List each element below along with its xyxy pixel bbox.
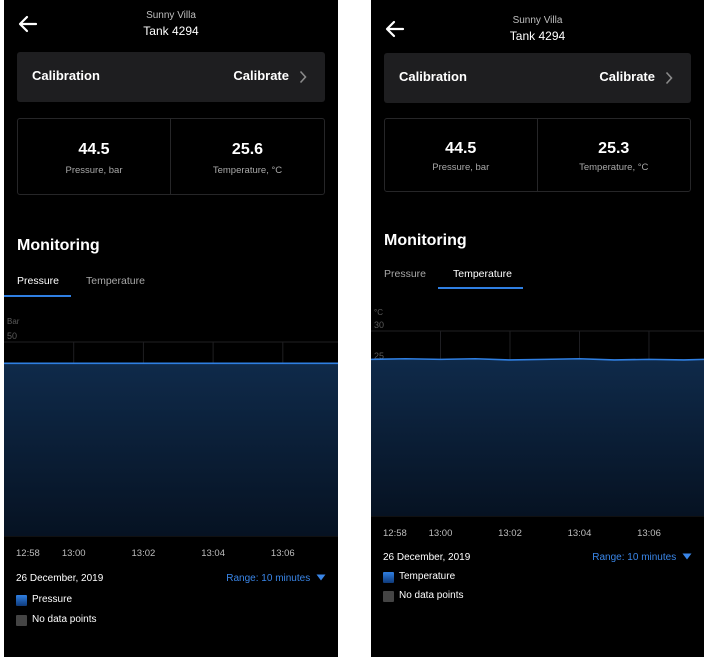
calibration-label: Calibration: [399, 69, 467, 84]
tab-temperature[interactable]: Temperature: [453, 268, 512, 280]
pressure-card: 44.5 Pressure, bar: [385, 119, 538, 191]
metrics-panel: 44.5 Pressure, bar 25.6 Temperature, °C: [17, 118, 325, 195]
x-tick-label: 13:02: [132, 548, 156, 559]
pressure-unit-label: Pressure, bar: [65, 165, 123, 176]
temperature-card: 25.6 Temperature, °C: [171, 119, 324, 194]
pressure-screen: Sunny Villa Tank 4294 Calibration Calibr…: [4, 0, 338, 657]
chart-svg: °C05101520253012:5813:0013:0213:0413:06: [371, 308, 704, 539]
chevron-right-icon: [665, 71, 673, 85]
x-tick-label: 13:04: [568, 528, 592, 539]
temperature-card: 25.3 Temperature, °C: [538, 119, 691, 191]
legend-swatch: [16, 615, 27, 626]
series-area: [371, 358, 704, 516]
legend-swatch: [383, 591, 394, 602]
series-line: [371, 357, 704, 361]
legend-swatch: [16, 595, 27, 606]
site-name: Sunny Villa: [146, 10, 196, 21]
temperature-chart: °C05101520253012:5813:0013:0213:0413:06: [371, 305, 704, 542]
temperature-value: 25.6: [231, 141, 264, 158]
legend-label: Temperature: [399, 571, 456, 582]
calibration-row[interactable]: Calibration Calibrate: [384, 53, 691, 103]
site-name: Sunny Villa: [512, 15, 563, 26]
chevron-right-icon: [299, 70, 307, 84]
x-tick-label: 13:00: [429, 528, 453, 539]
temperature-unit-label: Temperature, °C: [212, 165, 283, 176]
x-tick-label: 12:58: [16, 548, 40, 559]
pressure-unit-label: Pressure, bar: [432, 162, 490, 173]
tab-temperature[interactable]: Temperature: [86, 275, 145, 287]
legend-swatch: [383, 572, 394, 583]
y-tick-label: 30: [374, 320, 384, 330]
x-tick-label: 13:00: [62, 548, 86, 559]
triangle-down-icon: [316, 574, 326, 581]
tank-name: Tank 4294: [509, 29, 566, 43]
x-tick-label: 13:04: [201, 548, 225, 559]
metrics-panel: 44.5 Pressure, bar 25.3 Temperature, °C: [384, 118, 691, 192]
pressure-card: 44.5 Pressure, bar: [18, 119, 171, 194]
x-tick-label: 12:58: [383, 528, 407, 539]
pressure-value: 44.5: [445, 140, 477, 157]
temperature-unit-label: Temperature, °C: [579, 162, 649, 173]
y-tick-label: 50: [7, 331, 17, 341]
date-label: 26 December, 2019: [16, 573, 104, 584]
tab-pressure[interactable]: Pressure: [17, 275, 59, 287]
active-tab-indicator: [4, 295, 71, 297]
active-tab-indicator: [438, 287, 523, 289]
series-area: [4, 363, 338, 536]
chart-svg: Bar0102030405012:5813:0013:0213:0413:06: [4, 317, 338, 559]
x-tick-label: 13:02: [498, 528, 522, 539]
tab-pressure[interactable]: Pressure: [384, 268, 426, 280]
monitoring-title: Monitoring: [17, 237, 100, 254]
range-dropdown[interactable]: Range: 10 minutes: [226, 573, 326, 584]
tank-name: Tank 4294: [143, 24, 199, 38]
temperature-screen: Sunny Villa Tank 4294 Calibration Calibr…: [371, 0, 704, 657]
y-axis-unit-label: Bar: [7, 317, 20, 326]
legend-label: No data points: [399, 590, 464, 601]
calibrate-button[interactable]: Calibrate: [599, 69, 655, 84]
range-label: Range: 10 minutes: [592, 552, 677, 563]
temperature-value: 25.3: [598, 140, 630, 157]
range-dropdown[interactable]: Range: 10 minutes: [592, 552, 692, 563]
legend-label: No data points: [32, 614, 97, 625]
calibrate-button[interactable]: Calibrate: [233, 68, 289, 83]
x-tick-label: 13:06: [271, 548, 295, 559]
calibration-label: Calibration: [32, 68, 100, 83]
calibration-row[interactable]: Calibration Calibrate: [17, 52, 325, 102]
legend-label: Pressure: [32, 594, 73, 605]
pressure-chart: Bar0102030405012:5813:0013:0213:0413:06: [4, 312, 338, 560]
triangle-down-icon: [682, 553, 692, 560]
x-tick-label: 13:06: [637, 528, 661, 539]
y-axis-unit-label: °C: [374, 308, 383, 317]
range-label: Range: 10 minutes: [226, 573, 311, 584]
pressure-value: 44.5: [78, 141, 110, 158]
date-label: 26 December, 2019: [383, 552, 471, 563]
monitoring-title: Monitoring: [384, 232, 467, 249]
